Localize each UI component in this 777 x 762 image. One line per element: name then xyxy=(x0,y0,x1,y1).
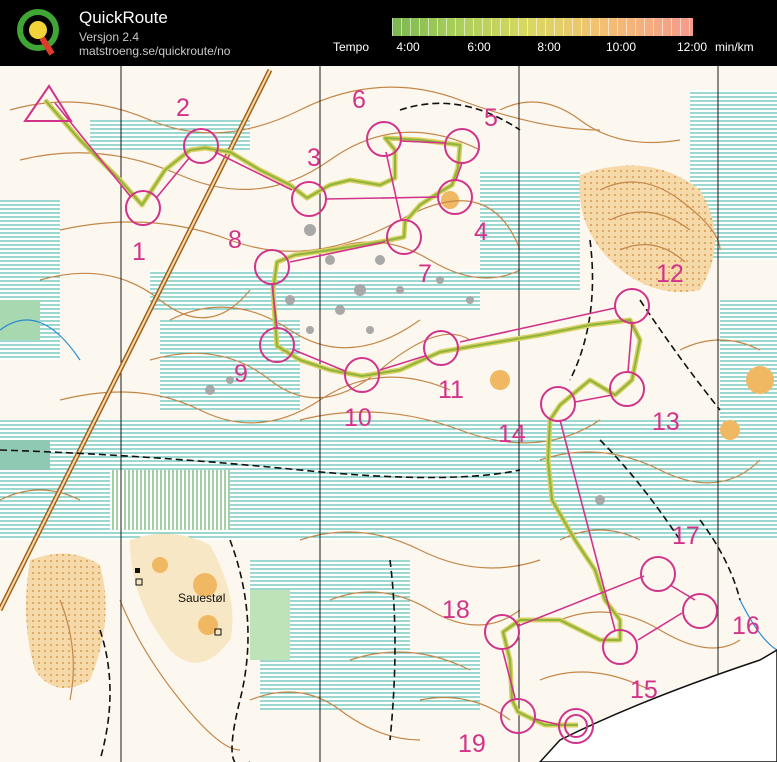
control-number: 4 xyxy=(474,218,488,246)
control-number: 13 xyxy=(652,408,680,436)
tempo-tick: 12:00 xyxy=(676,40,708,54)
control-number: 7 xyxy=(418,260,432,288)
control-number: 19 xyxy=(458,730,486,758)
control-number: 2 xyxy=(176,94,190,122)
control-number: 6 xyxy=(352,86,366,114)
control-number: 11 xyxy=(438,376,464,404)
tempo-tick: 4:00 xyxy=(396,40,420,54)
tempo-label: Tempo xyxy=(333,40,370,54)
control-number: 1 xyxy=(132,238,146,266)
control-number: 17 xyxy=(672,522,700,550)
control-number: 3 xyxy=(307,144,321,172)
control-number: 18 xyxy=(442,596,470,624)
control-number: 15 xyxy=(630,676,658,704)
control-number: 16 xyxy=(732,612,760,640)
tempo-unit: min/km xyxy=(715,40,754,54)
control-number: 10 xyxy=(344,404,372,432)
tempo-tick: 6:00 xyxy=(467,40,491,54)
orienteering-map[interactable]: Sauestøl 1 2 3 4 5 6 7 8 9 10 11 12 13 1… xyxy=(0,66,777,762)
control-number: 5 xyxy=(484,104,498,132)
app-url: matstroeng.se/quickroute/no xyxy=(79,44,231,58)
tempo-gradient-grid xyxy=(392,18,693,36)
control-number: 14 xyxy=(498,420,526,448)
tempo-tick: 10:00 xyxy=(605,40,637,54)
quickroute-logo-icon xyxy=(17,9,59,56)
control-number: 8 xyxy=(228,226,242,254)
app-header: QuickRoute Versjon 2.4 matstroeng.se/qui… xyxy=(0,0,777,66)
place-name: Sauestøl xyxy=(178,591,225,605)
map-canvas[interactable]: Sauestøl 1 2 3 4 5 6 7 8 9 10 11 12 13 1… xyxy=(0,66,777,762)
control-number: 9 xyxy=(234,360,248,388)
app-title: QuickRoute xyxy=(79,8,168,27)
tempo-tick: 8:00 xyxy=(537,40,561,54)
control-number: 12 xyxy=(656,260,684,288)
app-version: Versjon 2.4 xyxy=(79,30,140,44)
